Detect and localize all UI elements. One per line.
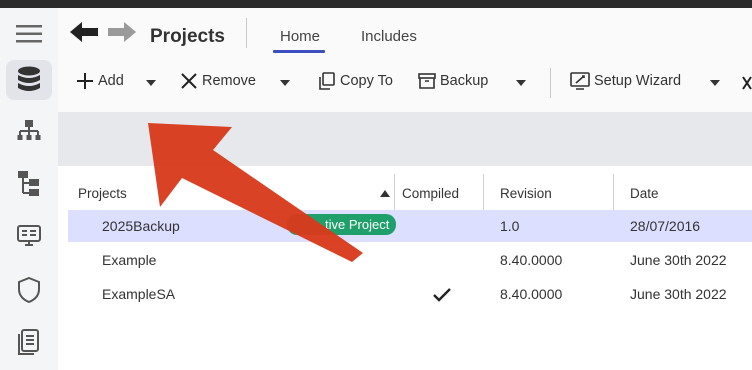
backup-dropdown-caret[interactable]: [516, 80, 526, 86]
projects-grid: Projects Compiled Revision Date 2025Back…: [58, 166, 752, 370]
column-header-projects[interactable]: Projects: [78, 186, 127, 201]
grid-group-band: [58, 112, 752, 166]
revision-value: 8.40.0000: [500, 286, 563, 302]
add-button[interactable]: Add: [76, 72, 124, 90]
toolbar: Add Remove Copy To Backup Setup Wizard: [58, 56, 752, 112]
backup-label: Backup: [440, 73, 489, 89]
remove-button[interactable]: Remove: [180, 72, 256, 90]
date-value: June 30th 2022: [630, 252, 727, 268]
overflow-close-icon[interactable]: [742, 76, 752, 90]
revision-value: 8.40.0000: [500, 252, 563, 268]
remove-label: Remove: [202, 73, 256, 89]
monitor-icon[interactable]: [6, 216, 52, 256]
tab-home-underline: [273, 50, 325, 53]
date-value: 28/07/2016: [630, 218, 701, 234]
header: Projects Home Includes: [58, 8, 752, 56]
setup-wizard-button[interactable]: Setup Wizard: [570, 72, 681, 90]
shield-icon[interactable]: [6, 270, 52, 310]
table-row[interactable]: Example 8.40.0000 June 30th 2022: [68, 244, 752, 276]
column-divider: [483, 174, 484, 214]
tree-icon[interactable]: [6, 164, 52, 204]
toolbar-divider: [550, 68, 551, 98]
date-value: June 30th 2022: [630, 286, 727, 302]
page-title: Projects: [150, 26, 225, 47]
add-label: Add: [98, 73, 124, 89]
sort-ascending-icon[interactable]: [380, 190, 390, 197]
column-divider: [394, 174, 395, 214]
tab-includes[interactable]: Includes: [361, 28, 417, 45]
project-name: Example: [102, 252, 157, 268]
sidebar: [0, 8, 59, 370]
column-divider: [613, 174, 614, 214]
project-name: 2025Backup: [102, 218, 180, 234]
add-dropdown-caret[interactable]: [146, 80, 156, 86]
menu-icon[interactable]: [6, 14, 52, 54]
table-row[interactable]: ExampleSA 8.40.0000 June 30th 2022: [68, 278, 752, 310]
revision-value: 1.0: [500, 218, 520, 234]
column-header-date[interactable]: Date: [630, 186, 659, 201]
archive-icon: [418, 73, 436, 89]
compiled-check-icon: [433, 288, 451, 302]
hierarchy-icon[interactable]: [6, 112, 52, 152]
tab-home[interactable]: Home: [280, 28, 320, 45]
forward-arrow-icon[interactable]: [106, 22, 136, 42]
remove-dropdown-caret[interactable]: [280, 80, 290, 86]
active-project-badge: tive Project: [287, 214, 397, 235]
plus-icon: [77, 73, 93, 89]
wizard-icon: [570, 72, 590, 90]
copy-icon: [319, 72, 335, 90]
document-icon[interactable]: [6, 322, 52, 362]
header-divider: [246, 18, 247, 48]
copy-to-button[interactable]: Copy To: [318, 72, 393, 90]
x-icon: [181, 73, 197, 89]
back-arrow-icon[interactable]: [70, 22, 100, 42]
column-header-compiled[interactable]: Compiled: [402, 186, 459, 201]
table-row[interactable]: 2025Backup 1.0 28/07/2016: [68, 210, 752, 242]
window-top-strip: [0, 0, 752, 8]
database-icon[interactable]: [6, 60, 52, 100]
setup-wizard-label: Setup Wizard: [594, 73, 682, 89]
column-header-revision[interactable]: Revision: [500, 186, 552, 201]
setup-wizard-dropdown-caret[interactable]: [710, 80, 720, 86]
backup-button[interactable]: Backup: [418, 72, 488, 90]
copy-to-label: Copy To: [340, 73, 393, 89]
project-name: ExampleSA: [102, 286, 176, 302]
